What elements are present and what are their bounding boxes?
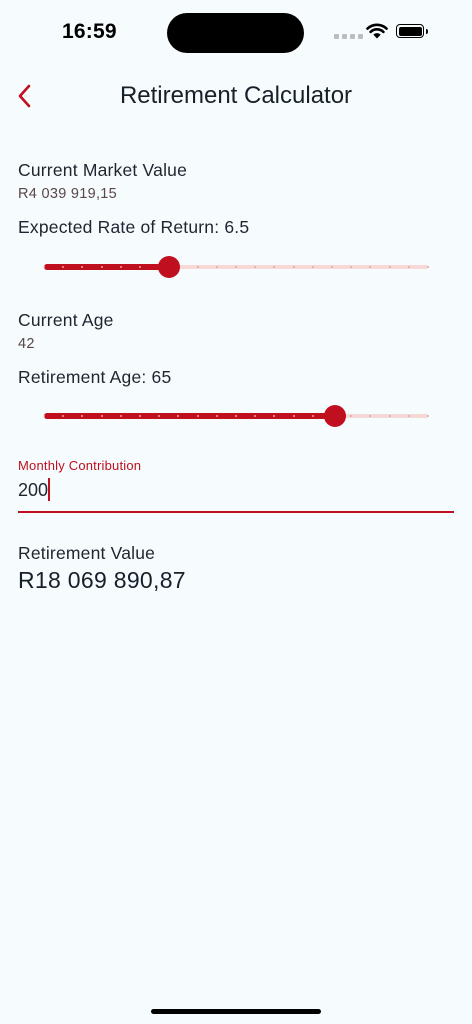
slider-ticks xyxy=(43,415,429,417)
current-market-value-label: Current Market Value xyxy=(18,160,188,180)
slider-tick xyxy=(388,415,391,417)
slider-tick xyxy=(43,415,45,417)
wifi-icon xyxy=(366,23,388,39)
slider-tick xyxy=(119,266,122,268)
slider-tick xyxy=(407,266,410,268)
slider-tick xyxy=(43,266,45,268)
monthly-contribution-input[interactable] xyxy=(18,476,454,504)
slider-tick xyxy=(350,415,353,417)
slider-tick xyxy=(196,266,199,268)
slider-tick xyxy=(215,415,218,417)
slider-tick xyxy=(311,266,314,268)
slider-tick xyxy=(235,415,237,417)
slider-thumb[interactable] xyxy=(157,256,180,278)
slider-tick xyxy=(215,266,218,268)
slider-tick xyxy=(311,415,314,417)
slider-tick xyxy=(407,415,410,417)
slider-tick xyxy=(196,415,199,417)
rate-of-return-label: Expected Rate of Return: 6.5 xyxy=(18,217,250,237)
slider-tick xyxy=(158,415,161,417)
slider-tick xyxy=(369,266,372,268)
slider-tick xyxy=(273,415,276,417)
slider-tick xyxy=(139,266,141,268)
slider-tick xyxy=(81,266,84,268)
slider-tick xyxy=(62,415,65,417)
slider-tick xyxy=(81,415,84,417)
slider-thumb[interactable] xyxy=(324,405,347,427)
retirement-age-label: Retirement Age: 65 xyxy=(18,367,172,387)
slider-tick xyxy=(427,266,429,268)
slider-tick xyxy=(119,415,122,417)
cellular-signal-icon xyxy=(334,34,363,39)
retirement-value: R18 069 890,87 xyxy=(18,567,186,593)
slider-tick xyxy=(292,266,295,268)
slider-tick xyxy=(254,266,257,268)
slider-tick xyxy=(62,266,65,268)
slider-tick xyxy=(369,415,372,417)
home-indicator xyxy=(151,1009,321,1014)
retirement-age-slider[interactable] xyxy=(43,401,429,431)
slider-tick xyxy=(177,415,180,417)
slider-tick xyxy=(331,266,333,268)
current-age-value: 42 xyxy=(18,336,35,352)
slider-tick xyxy=(292,415,295,417)
slider-tick xyxy=(100,415,103,417)
monthly-contribution-label: Monthly Contribution xyxy=(18,458,142,473)
status-time: 16:59 xyxy=(62,20,117,43)
current-age-label: Current Age xyxy=(18,310,114,330)
rate-of-return-slider[interactable] xyxy=(43,252,429,282)
screen: 16:59 Retirement Calculator Current Mark… xyxy=(0,0,472,1024)
slider-tick xyxy=(427,415,429,417)
page-title: Retirement Calculator xyxy=(119,82,353,109)
monthly-contribution-underline xyxy=(18,511,454,513)
slider-ticks xyxy=(43,266,429,268)
battery-icon xyxy=(396,24,428,38)
slider-tick xyxy=(139,415,141,417)
slider-tick xyxy=(100,266,103,268)
retirement-value-label: Retirement Value xyxy=(18,543,156,563)
dynamic-island xyxy=(167,13,304,53)
slider-tick xyxy=(254,415,257,417)
slider-tick xyxy=(350,266,353,268)
current-market-value: R4 039 919,15 xyxy=(18,186,118,202)
text-caret xyxy=(48,478,50,501)
slider-tick xyxy=(235,266,237,268)
slider-tick xyxy=(388,266,391,268)
slider-tick xyxy=(273,266,276,268)
